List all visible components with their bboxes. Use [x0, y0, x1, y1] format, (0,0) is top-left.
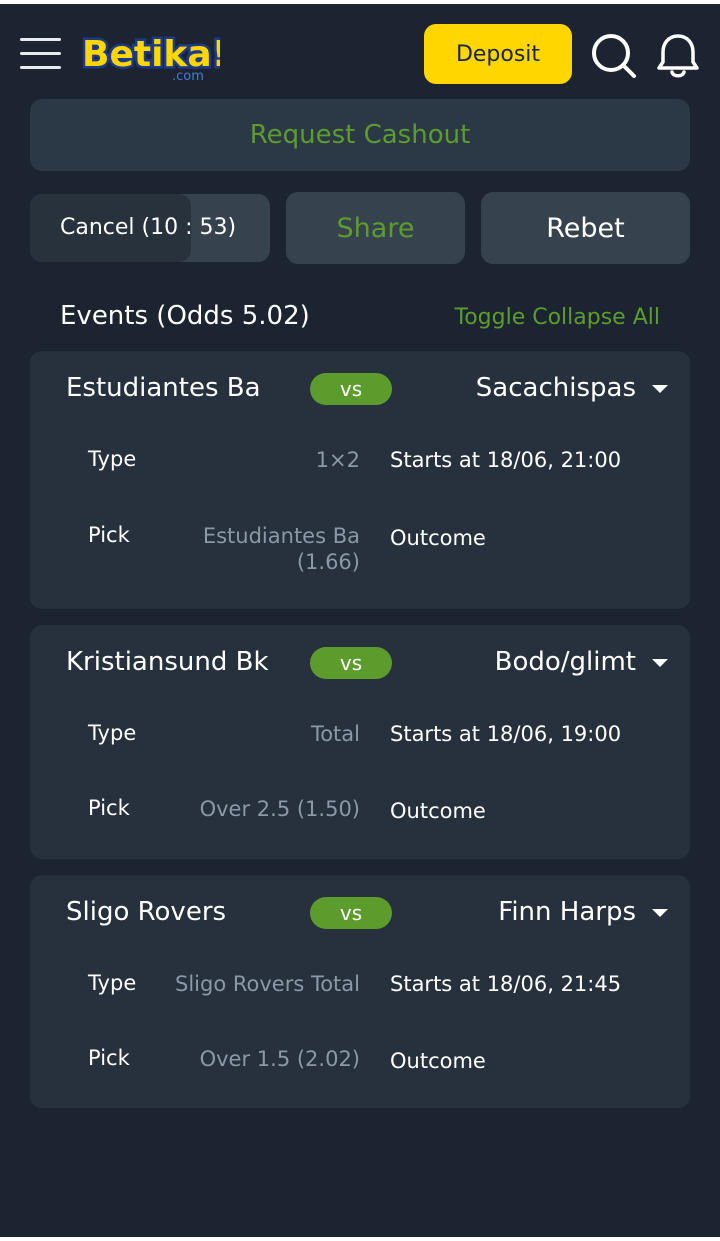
- vs-badge: vs: [310, 647, 392, 679]
- search-icon[interactable]: [590, 32, 638, 80]
- event-card: Kristiansund Bk vs Bodo/glimt Type Total…: [30, 625, 690, 859]
- share-button[interactable]: Share: [286, 192, 465, 264]
- bet-actions: Cancel (10 : 53) Share Rebet: [30, 192, 690, 264]
- home-team: Kristiansund Bk: [66, 647, 269, 677]
- pick-value: Over 1.5 (2.02): [199, 1047, 360, 1071]
- outcome-label: Outcome: [390, 799, 486, 823]
- type-label: Type: [88, 971, 137, 995]
- bell-icon[interactable]: [655, 32, 701, 80]
- pick-value: Estudiantes Ba (1.66): [202, 524, 360, 574]
- away-team: Sacachispas: [475, 373, 636, 403]
- request-cashout-button[interactable]: Request Cashout: [30, 99, 690, 171]
- vs-badge: vs: [310, 373, 392, 405]
- events-heading: Events (Odds 5.02): [60, 301, 310, 331]
- betika-logo[interactable]: Betika! .com: [80, 26, 220, 86]
- cancel-button[interactable]: Cancel (10 : 53): [30, 194, 270, 262]
- away-team: Bodo/glimt: [494, 647, 636, 677]
- chevron-down-icon[interactable]: [652, 659, 668, 667]
- outcome-label: Outcome: [390, 1049, 486, 1073]
- event-card: Estudiantes Ba vs Sacachispas Type 1×2 S…: [30, 351, 690, 609]
- chevron-down-icon[interactable]: [652, 385, 668, 393]
- start-time: Starts at 18/06, 21:00: [390, 448, 622, 472]
- toggle-collapse-all-link[interactable]: Toggle Collapse All: [455, 305, 661, 330]
- outcome-label: Outcome: [390, 526, 486, 550]
- type-value: 1×2: [315, 448, 360, 472]
- home-team: Estudiantes Ba: [66, 373, 261, 403]
- start-time: Starts at 18/06, 19:00: [390, 722, 622, 746]
- deposit-button[interactable]: Deposit: [424, 24, 572, 84]
- away-team: Finn Harps: [498, 897, 636, 927]
- rebet-button[interactable]: Rebet: [481, 192, 690, 264]
- cancel-label: Cancel (10 : 53): [60, 215, 237, 240]
- start-time: Starts at 18/06, 21:45: [390, 972, 622, 996]
- event-card: Sligo Rovers vs Finn Harps Type Sligo Ro…: [30, 875, 690, 1108]
- pick-label: Pick: [88, 523, 130, 547]
- vs-badge: vs: [310, 897, 392, 929]
- type-value: Total: [310, 722, 360, 746]
- type-value: Sligo Rovers Total: [175, 972, 360, 996]
- app-screen: Betika! .com Deposit Request Cashout Can…: [0, 4, 720, 1237]
- type-label: Type: [88, 721, 137, 745]
- chevron-down-icon[interactable]: [652, 909, 668, 917]
- pick-label: Pick: [88, 1046, 130, 1070]
- type-label: Type: [88, 447, 137, 471]
- logo-sub-text: .com: [172, 69, 204, 84]
- pick-label: Pick: [88, 796, 130, 820]
- menu-icon[interactable]: [20, 36, 61, 70]
- pick-value: Over 2.5 (1.50): [199, 797, 360, 821]
- top-bar: Betika! .com Deposit: [0, 4, 720, 100]
- home-team: Sligo Rovers: [66, 897, 227, 927]
